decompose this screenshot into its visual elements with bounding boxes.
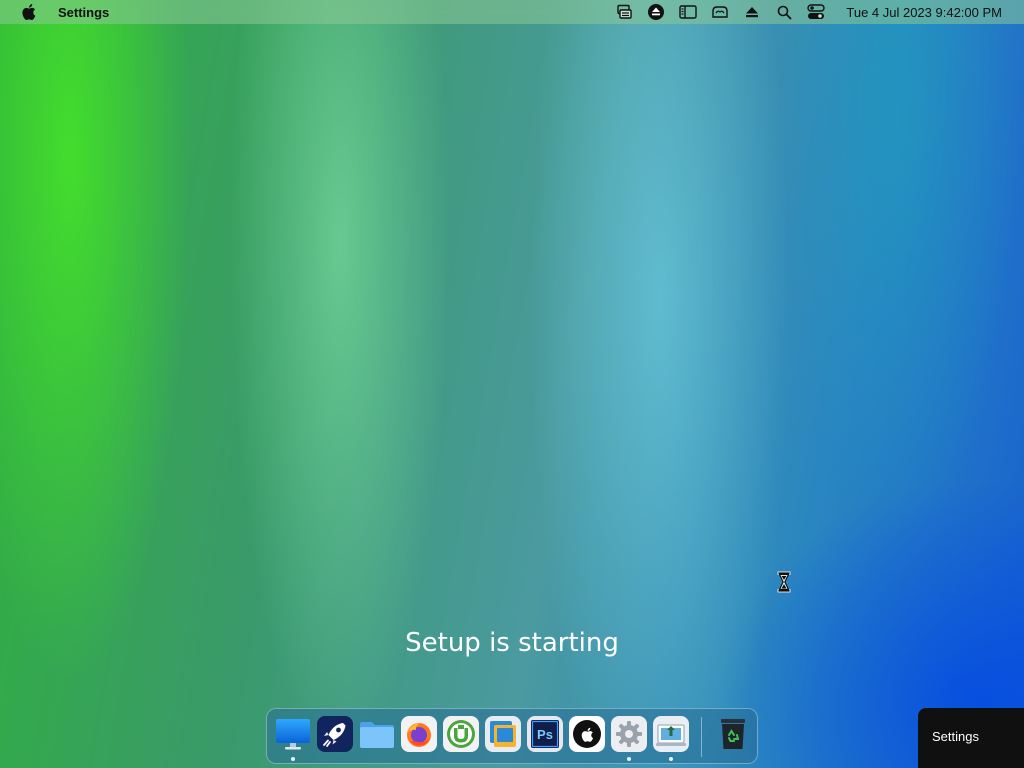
virtual-machine-icon[interactable]	[485, 716, 521, 752]
photoshop-label: Ps	[537, 727, 553, 742]
eject-icon[interactable]	[741, 0, 763, 24]
running-indicator	[291, 757, 295, 761]
active-app-name[interactable]: Settings	[58, 5, 109, 20]
display-sync-icon[interactable]	[613, 0, 635, 24]
cloud-drive-icon[interactable]	[709, 0, 731, 24]
desktop-monitor-icon[interactable]	[275, 716, 311, 752]
setup-status-message: Setup is starting	[405, 628, 619, 658]
recycle-bin-icon[interactable]	[715, 716, 751, 752]
running-indicator	[669, 757, 673, 761]
apple-logo-icon[interactable]	[569, 716, 605, 752]
utorrent-icon[interactable]	[443, 716, 479, 752]
menu-bar-clock[interactable]: Tue 4 Jul 2023 9:42:00 PM	[846, 5, 1002, 20]
settings-gear-icon[interactable]	[611, 716, 647, 752]
eject-circle-icon[interactable]	[645, 0, 667, 24]
control-center-icon[interactable]	[805, 0, 827, 24]
status-tray: Tue 4 Jul 2023 9:42:00 PM	[608, 0, 1024, 24]
sidebar-icon[interactable]	[677, 0, 699, 24]
photoshop-icon[interactable]: Ps	[527, 716, 563, 752]
folder-icon[interactable]	[359, 716, 395, 752]
hourglass-cursor-icon	[777, 571, 791, 593]
running-indicator	[627, 757, 631, 761]
popup-app-label: Settings	[932, 729, 979, 744]
dock: Ps	[266, 708, 758, 764]
search-icon[interactable]	[773, 0, 795, 24]
firefox-icon[interactable]	[401, 716, 437, 752]
apple-menu-icon[interactable]	[21, 4, 37, 20]
menu-bar: Settings Tue 4 Jul 2023 9:42:00 PM	[0, 0, 1024, 24]
installer-icon[interactable]	[653, 716, 689, 752]
dock-divider	[701, 717, 702, 757]
app-switcher-popup[interactable]: Settings	[918, 708, 1024, 768]
launchpad-rocket-icon[interactable]	[317, 716, 353, 752]
